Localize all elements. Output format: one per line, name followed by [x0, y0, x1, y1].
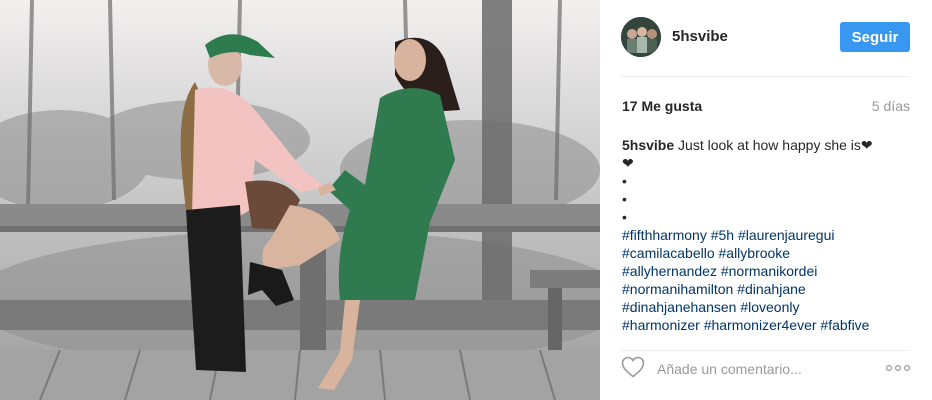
caption-line: ❤ [622, 155, 634, 171]
caption-first-line: 5hsvibe Just look at how happy she is❤ [622, 136, 914, 154]
hashtag-line[interactable]: #fifthharmony #5h #laurenjauregui [622, 226, 914, 244]
caption-text: Just look at how happy she is❤ [674, 137, 873, 153]
comment-bar [600, 350, 932, 388]
post-sidebar: 5hsvibe Seguir 17 Me gusta 5 días 5hsvib… [600, 0, 932, 400]
post-author-username[interactable]: 5hsvibe [672, 28, 728, 45]
hashtag-line[interactable]: #normanihamilton #dinahjane [622, 280, 914, 298]
hashtag-line[interactable]: #allyhernandez #normanikordei [622, 262, 914, 280]
more-options-icon [885, 364, 911, 372]
caption-username[interactable]: 5hsvibe [622, 137, 674, 153]
avatar-photo-icon [621, 17, 661, 57]
like-button[interactable] [621, 356, 647, 380]
post-caption: 5hsvibe Just look at how happy she is❤ ❤… [622, 136, 914, 334]
caption-bullet: • [622, 173, 627, 189]
more-options-button[interactable] [884, 360, 912, 376]
heart-outline-icon [621, 356, 645, 378]
likes-count[interactable]: 17 Me gusta [622, 98, 702, 114]
post-photo-illustration [0, 0, 600, 400]
header-divider [621, 76, 910, 77]
hashtag-line[interactable]: #dinahjanehansen #loveonly [622, 298, 914, 316]
avatar[interactable] [621, 17, 661, 57]
comment-input[interactable] [657, 358, 872, 380]
caption-bullet: • [622, 191, 627, 207]
post-image[interactable] [0, 0, 600, 400]
hashtag-line[interactable]: #harmonizer #harmonizer4ever #fabfive [622, 316, 914, 334]
post-timestamp: 5 días [871, 98, 910, 114]
follow-button[interactable]: Seguir [840, 22, 910, 52]
caption-bullet: • [622, 209, 627, 225]
post-header: 5hsvibe Seguir [600, 0, 932, 76]
hashtag-line[interactable]: #camilacabello #allybrooke [622, 244, 914, 262]
